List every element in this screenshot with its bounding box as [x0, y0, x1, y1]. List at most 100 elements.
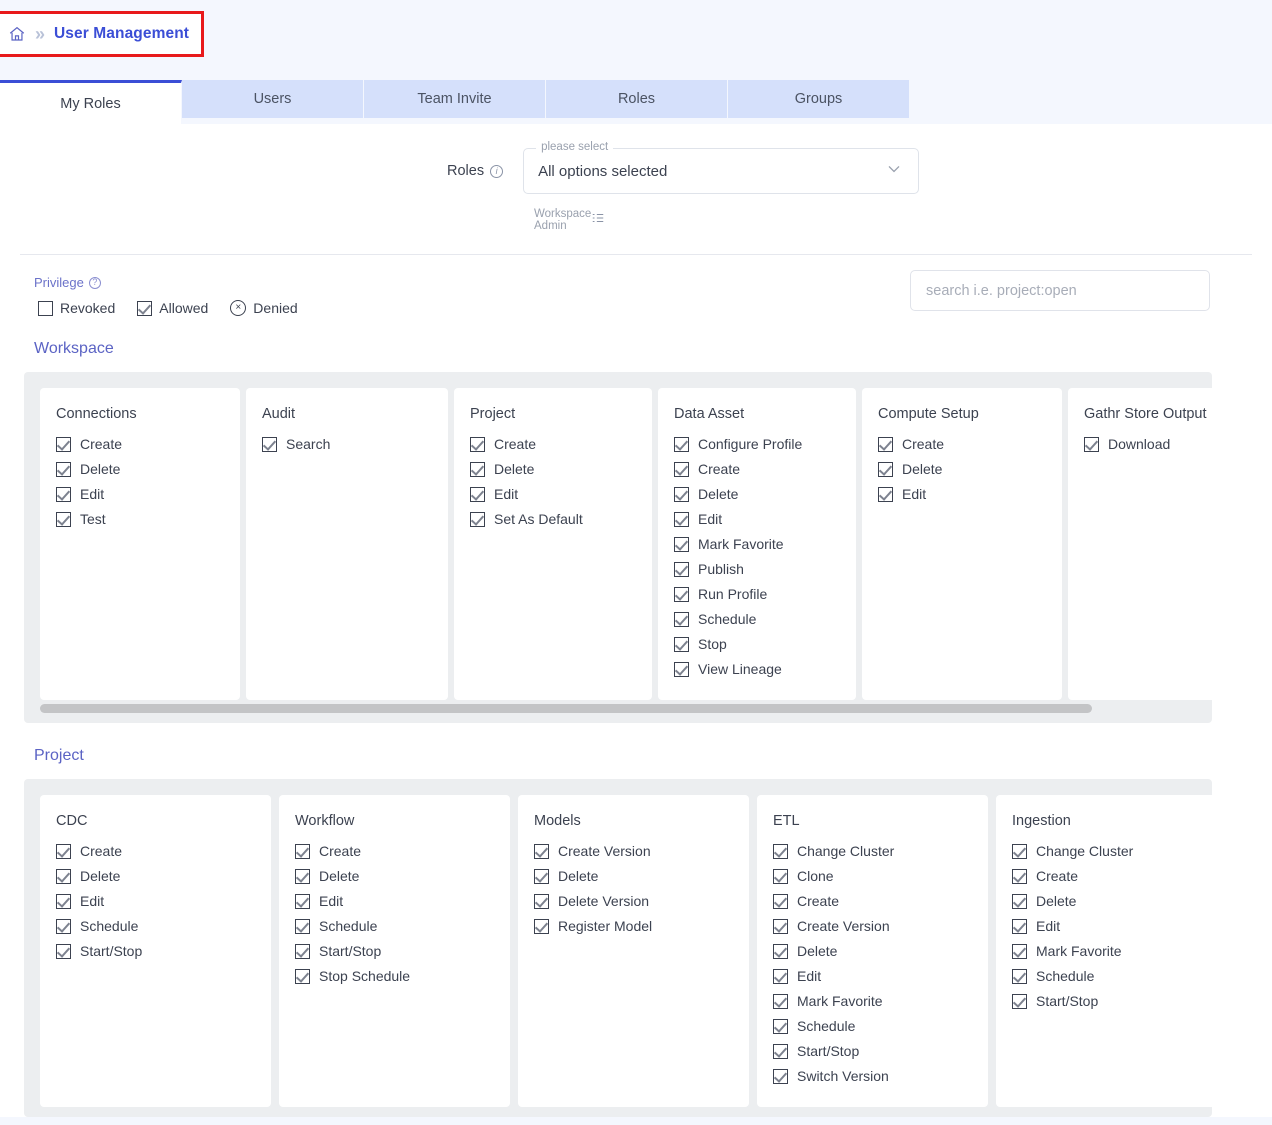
permission-row[interactable]: Schedule [1012, 968, 1211, 984]
checked-checkbox-icon[interactable] [295, 894, 310, 909]
horizontal-scrollbar[interactable] [40, 704, 1196, 713]
permission-row[interactable]: Edit [56, 486, 224, 502]
roles-select[interactable]: please select All options selected [523, 148, 919, 194]
permission-row[interactable]: Stop Schedule [295, 968, 494, 984]
checked-checkbox-icon[interactable] [470, 487, 485, 502]
info-icon[interactable]: i [490, 165, 503, 178]
checked-checkbox-icon[interactable] [674, 487, 689, 502]
permission-row[interactable]: Mark Favorite [773, 993, 972, 1009]
checked-checkbox-icon[interactable] [674, 612, 689, 627]
tab-groups[interactable]: Groups [728, 80, 910, 118]
permission-row[interactable]: Download [1084, 436, 1212, 452]
checked-checkbox-icon[interactable] [1012, 994, 1027, 1009]
checked-checkbox-icon[interactable] [56, 437, 71, 452]
checked-checkbox-icon[interactable] [295, 944, 310, 959]
checked-checkbox-icon[interactable] [1012, 944, 1027, 959]
checked-checkbox-icon[interactable] [773, 1069, 788, 1084]
checked-checkbox-icon[interactable] [56, 844, 71, 859]
permission-row[interactable]: Delete [534, 868, 733, 884]
checked-checkbox-icon[interactable] [773, 1044, 788, 1059]
checked-checkbox-icon[interactable] [773, 1019, 788, 1034]
permission-row[interactable]: Edit [878, 486, 1046, 502]
permission-row[interactable]: Schedule [56, 918, 255, 934]
question-mark-icon[interactable]: ? [89, 277, 101, 289]
checked-checkbox-icon[interactable] [56, 487, 71, 502]
checked-checkbox-icon[interactable] [295, 969, 310, 984]
search-input[interactable] [924, 282, 1196, 300]
permission-row[interactable]: Publish [674, 561, 840, 577]
tab-team-invite[interactable]: Team Invite [364, 80, 546, 118]
chevron-down-icon[interactable] [884, 159, 904, 184]
permission-row[interactable]: Delete Version [534, 893, 733, 909]
permission-row[interactable]: Delete [56, 868, 255, 884]
checked-checkbox-icon[interactable] [1012, 894, 1027, 909]
permission-row[interactable]: Mark Favorite [674, 536, 840, 552]
permission-row[interactable]: Schedule [295, 918, 494, 934]
checked-checkbox-icon[interactable] [470, 512, 485, 527]
permission-row[interactable]: Delete [295, 868, 494, 884]
permission-row[interactable]: Set As Default [470, 511, 636, 527]
permission-row[interactable]: Edit [1012, 918, 1211, 934]
checked-checkbox-icon[interactable] [534, 894, 549, 909]
checked-checkbox-icon[interactable] [534, 844, 549, 859]
checked-checkbox-icon[interactable] [470, 437, 485, 452]
checked-checkbox-icon[interactable] [674, 537, 689, 552]
checked-checkbox-icon[interactable] [773, 894, 788, 909]
permission-row[interactable]: Create [295, 843, 494, 859]
checked-checkbox-icon[interactable] [674, 462, 689, 477]
permission-row[interactable]: Change Cluster [773, 843, 972, 859]
breadcrumb-title[interactable]: User Management [54, 25, 189, 43]
checked-checkbox-icon[interactable] [56, 919, 71, 934]
scrollbar-thumb[interactable] [40, 704, 1092, 713]
checked-checkbox-icon[interactable] [674, 512, 689, 527]
permission-row[interactable]: Delete [674, 486, 840, 502]
checked-checkbox-icon[interactable] [1012, 869, 1027, 884]
checked-checkbox-icon[interactable] [534, 869, 549, 884]
checked-checkbox-icon[interactable] [262, 437, 277, 452]
permission-row[interactable]: Start/Stop [773, 1043, 972, 1059]
checked-checkbox-icon[interactable] [56, 462, 71, 477]
permission-row[interactable]: Change Cluster [1012, 843, 1211, 859]
permission-row[interactable]: Stop [674, 636, 840, 652]
checked-checkbox-icon[interactable] [674, 562, 689, 577]
permission-row[interactable]: Start/Stop [1012, 993, 1211, 1009]
checked-checkbox-icon[interactable] [773, 844, 788, 859]
permission-row[interactable]: Create [56, 436, 224, 452]
permission-row[interactable]: Delete [878, 461, 1046, 477]
permission-row[interactable]: Register Model [534, 918, 733, 934]
permission-row[interactable]: Create [674, 461, 840, 477]
permission-row[interactable]: Test [56, 511, 224, 527]
permission-row[interactable]: Start/Stop [295, 943, 494, 959]
permission-row[interactable]: Delete [56, 461, 224, 477]
home-icon[interactable] [8, 25, 26, 43]
checked-checkbox-icon[interactable] [295, 869, 310, 884]
checked-checkbox-icon[interactable] [1084, 437, 1099, 452]
checked-checkbox-icon[interactable] [674, 637, 689, 652]
checked-checkbox-icon[interactable] [878, 487, 893, 502]
checked-checkbox-icon[interactable] [773, 969, 788, 984]
checked-checkbox-icon[interactable] [1012, 919, 1027, 934]
tab-users[interactable]: Users [182, 80, 364, 118]
permission-row[interactable]: Clone [773, 868, 972, 884]
permission-row[interactable]: Delete [773, 943, 972, 959]
checked-checkbox-icon[interactable] [470, 462, 485, 477]
permission-row[interactable]: Edit [295, 893, 494, 909]
tab-my-roles[interactable]: My Roles [0, 80, 182, 124]
checked-checkbox-icon[interactable] [295, 844, 310, 859]
permission-row[interactable]: Create [1012, 868, 1211, 884]
checked-checkbox-icon[interactable] [773, 944, 788, 959]
checked-checkbox-icon[interactable] [674, 587, 689, 602]
permission-row[interactable]: Start/Stop [56, 943, 255, 959]
permission-row[interactable]: Create [470, 436, 636, 452]
checked-checkbox-icon[interactable] [773, 994, 788, 1009]
permission-row[interactable]: Edit [470, 486, 636, 502]
permission-row[interactable]: Edit [674, 511, 840, 527]
permission-row[interactable]: Configure Profile [674, 436, 840, 452]
checked-checkbox-icon[interactable] [534, 919, 549, 934]
permission-row[interactable]: Switch Version [773, 1068, 972, 1084]
checked-checkbox-icon[interactable] [773, 869, 788, 884]
checked-checkbox-icon[interactable] [1012, 969, 1027, 984]
permission-row[interactable]: Search [262, 436, 432, 452]
permission-row[interactable]: Mark Favorite [1012, 943, 1211, 959]
permission-row[interactable]: Create [773, 893, 972, 909]
